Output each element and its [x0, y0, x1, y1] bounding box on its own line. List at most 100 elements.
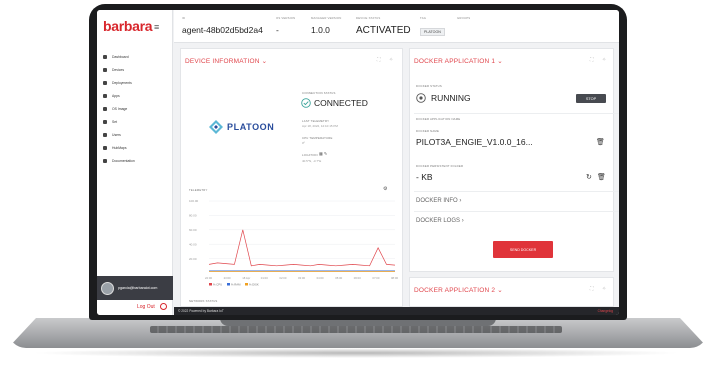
location-label: LOCATION	[302, 153, 318, 157]
y-tick-label: 40.00	[189, 242, 197, 246]
expand-icon[interactable]: ⛶	[377, 57, 381, 63]
legend-swatch	[209, 283, 212, 286]
docker-app-2-panel: DOCKER APPLICATION 2 ⌄ ⛶ ✧	[409, 277, 614, 307]
platoon-logo-text: PLATOON	[227, 122, 275, 132]
device-id: agent-48b02d5bd2a4	[182, 25, 263, 35]
connection-status: CONNECTED	[314, 98, 368, 108]
os-label: OS VERSION	[276, 16, 296, 20]
expand-icon[interactable]: ⛶	[590, 286, 594, 292]
header-groups: GROUPS	[457, 16, 470, 20]
app-screen: barbara ≡ Dashboard Devices Deployments …	[97, 10, 619, 315]
apps-icon	[103, 93, 107, 98]
x-tick-label: 04:00	[317, 276, 324, 280]
device-status: ACTIVATED	[356, 25, 411, 36]
sidebar-item-label: Devices	[112, 67, 125, 72]
header-id: ID agent-48b02d5bd2a4	[182, 16, 263, 35]
send-docker-button[interactable]: SEND DOCKER	[493, 241, 553, 258]
sidebar-item-label: Deployments	[112, 80, 132, 85]
y-tick-label: 60.00	[189, 228, 197, 232]
tag-badge: PLATOON	[420, 28, 445, 36]
expand-icon[interactable]: ⛶	[590, 57, 594, 63]
menu-icon[interactable]: ≡	[154, 22, 159, 32]
stop-button[interactable]: STOP	[576, 94, 606, 103]
device-header: ID agent-48b02d5bd2a4 OS VERSION - MANAG…	[174, 10, 619, 43]
docker-logs-link[interactable]: DOCKER LOGS ›	[416, 218, 464, 224]
legend-label: % DISK	[249, 282, 259, 286]
power-icon[interactable]	[160, 303, 167, 310]
y-tick-label: 100.00	[189, 199, 199, 203]
sidebar-nav: Dashboard Devices Deployments Apps OS Im…	[103, 50, 169, 167]
x-tick-label: 22:00	[205, 276, 212, 280]
check-circle-icon	[301, 98, 311, 108]
app-logo[interactable]: barbara	[103, 18, 153, 34]
map-edit-icons[interactable]: ▦ ✎	[319, 151, 327, 156]
sidebar-item-label: OS Image	[112, 106, 128, 111]
telemetry-settings-icon[interactable]: ⚙	[383, 186, 387, 192]
sidebar-item-devices[interactable]: Devices	[103, 63, 169, 76]
dashboard-icon	[103, 54, 107, 59]
legend-swatch	[227, 283, 230, 286]
sidebar-item-label: HubMaps	[112, 145, 127, 150]
chevron-down-icon: ⌄	[261, 58, 268, 65]
y-tick-label: 20.00	[189, 257, 197, 261]
telemetry-chart: 100.00 80.00 60.00 40.00 20.00 22:00 23:00 18 A…	[189, 199, 398, 286]
docker-info-link[interactable]: DOCKER INFO ›	[416, 198, 461, 204]
hubmaps-icon	[103, 145, 107, 150]
y-tick-label: 80.00	[189, 214, 197, 218]
trash-icon[interactable]: 🗑	[596, 138, 605, 146]
legend-label: % CPU	[213, 282, 222, 286]
platoon-logo: PLATOON	[209, 120, 274, 134]
sidebar-item-users[interactable]: Users	[103, 128, 169, 141]
docker-status: RUNNING	[431, 93, 471, 103]
x-tick-label: 07:00	[372, 276, 379, 280]
settings-icon[interactable]: ✧	[602, 286, 606, 292]
devices-icon	[103, 67, 107, 72]
x-tick-label: 02:00	[279, 276, 286, 280]
settings-icon[interactable]: ✧	[389, 57, 393, 63]
sidebar-item-label: Set	[112, 119, 118, 124]
platoon-diamond-icon	[209, 120, 223, 134]
id-label: ID	[182, 16, 186, 20]
device-info-panel: DEVICE INFORMATION ⌄ ⛶ ✧ PLATOON CONNECT…	[180, 48, 403, 307]
x-tick-label: 06:00	[354, 276, 361, 280]
trash-icon[interactable]: 🗑	[597, 173, 606, 181]
sidebar-item-deployments[interactable]: Deployments	[103, 76, 169, 89]
device-info-title[interactable]: DEVICE INFORMATION ⌄	[185, 57, 267, 65]
logout-button[interactable]: Log Out	[137, 304, 155, 310]
settings-icon[interactable]: ✧	[602, 57, 606, 63]
docker-app-2-title[interactable]: DOCKER APPLICATION 2 ⌄	[414, 286, 503, 294]
x-tick-label: 03:00	[298, 276, 305, 280]
legend-swatch	[245, 283, 248, 286]
running-status-icon	[416, 93, 426, 103]
user-email: pgarcia@barbaraiot.com	[118, 286, 158, 290]
sidebar-item-dashboard[interactable]: Dashboard	[103, 50, 169, 63]
laptop-bezel: barbara ≡ Dashboard Devices Deployments …	[89, 4, 627, 320]
set-icon	[103, 119, 107, 124]
network-status-label: NETWORK STATUS	[189, 299, 218, 303]
deployments-icon	[103, 80, 107, 85]
laptop-keyboard	[150, 326, 562, 333]
divider	[414, 113, 619, 114]
connection-label: CONNECTION STATUS	[302, 91, 336, 95]
laptop-shadow	[30, 348, 682, 358]
x-tick-label: 05:00	[335, 276, 342, 280]
docker-app-1-title[interactable]: DOCKER APPLICATION 1 ⌄	[414, 57, 503, 65]
refresh-icon[interactable]: ↻	[586, 173, 592, 181]
sidebar-item-os-image[interactable]: OS Image	[103, 102, 169, 115]
chevron-down-icon: ⌄	[497, 287, 503, 294]
header-status: DEVICE STATUS ACTIVATED	[356, 16, 411, 36]
tag-label: TAG	[420, 16, 427, 20]
sidebar-item-apps[interactable]: Apps	[103, 89, 169, 102]
header-os: OS VERSION -	[276, 16, 295, 35]
sidebar-item-hubmaps[interactable]: HubMaps	[103, 141, 169, 154]
user-card[interactable]: pgarcia@barbaraiot.com	[97, 276, 173, 300]
cpu-temp-label: CPU TEMPERATURE	[302, 136, 333, 140]
manager-label: MANAGER VERSION	[311, 16, 342, 20]
os-image-icon	[103, 106, 107, 111]
docker-name: PILOT3A_ENGIE_V1.0.0_16...	[416, 137, 533, 147]
changelog-link[interactable]: Changelog	[598, 309, 613, 313]
groups-label: GROUPS	[457, 16, 471, 20]
x-tick-label: 23:00	[224, 276, 231, 280]
sidebar-item-set[interactable]: Set	[103, 115, 169, 128]
sidebar-item-documentation[interactable]: Documentation	[103, 154, 169, 167]
